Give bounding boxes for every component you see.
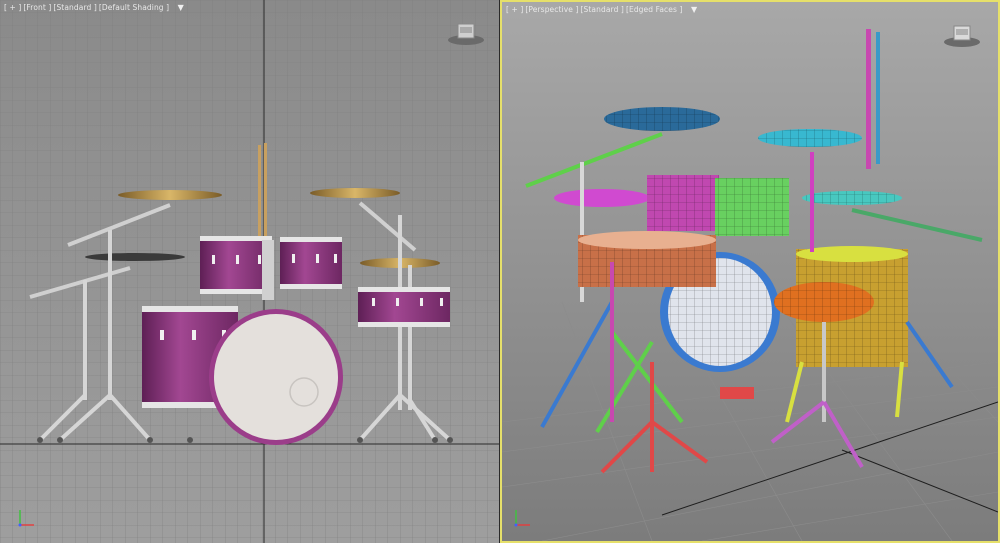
viewport-menu-view[interactable]: [Perspective ]: [525, 5, 578, 14]
perspective-viewport-label[interactable]: [ + ] [Perspective ] [Standard ] [Edged Fac…: [506, 5, 699, 14]
viewport-menu-shading-standard[interactable]: [Standard ]: [580, 5, 623, 14]
viewcube-icon[interactable]: [446, 18, 486, 48]
perspective-viewport-canvas[interactable]: [502, 2, 998, 541]
viewcube-icon[interactable]: [942, 20, 982, 50]
perspective-viewport[interactable]: [ + ] [Perspective ] [Standard ] [Edged Fac…: [500, 0, 1000, 543]
viewport-menu-shading-standard[interactable]: [Standard ]: [53, 3, 96, 12]
viewport-menu-plus[interactable]: [ + ]: [4, 3, 21, 12]
viewport-menu-shading[interactable]: [Edged Faces ]: [626, 5, 683, 14]
viewport-menu-shading[interactable]: [Default Shading ]: [99, 3, 169, 12]
front-viewport-canvas[interactable]: [0, 0, 499, 543]
front-viewport-label[interactable]: [ + ] [Front ] [Standard ] [Default Shading…: [4, 3, 186, 12]
viewport-menu-view[interactable]: [Front ]: [23, 3, 51, 12]
funnel-icon[interactable]: ▼: [691, 5, 697, 14]
front-viewport[interactable]: [ + ] [Front ] [Standard ] [Default Shading…: [0, 0, 500, 543]
funnel-icon[interactable]: ▼: [178, 3, 184, 12]
viewport-menu-plus[interactable]: [ + ]: [506, 5, 523, 14]
